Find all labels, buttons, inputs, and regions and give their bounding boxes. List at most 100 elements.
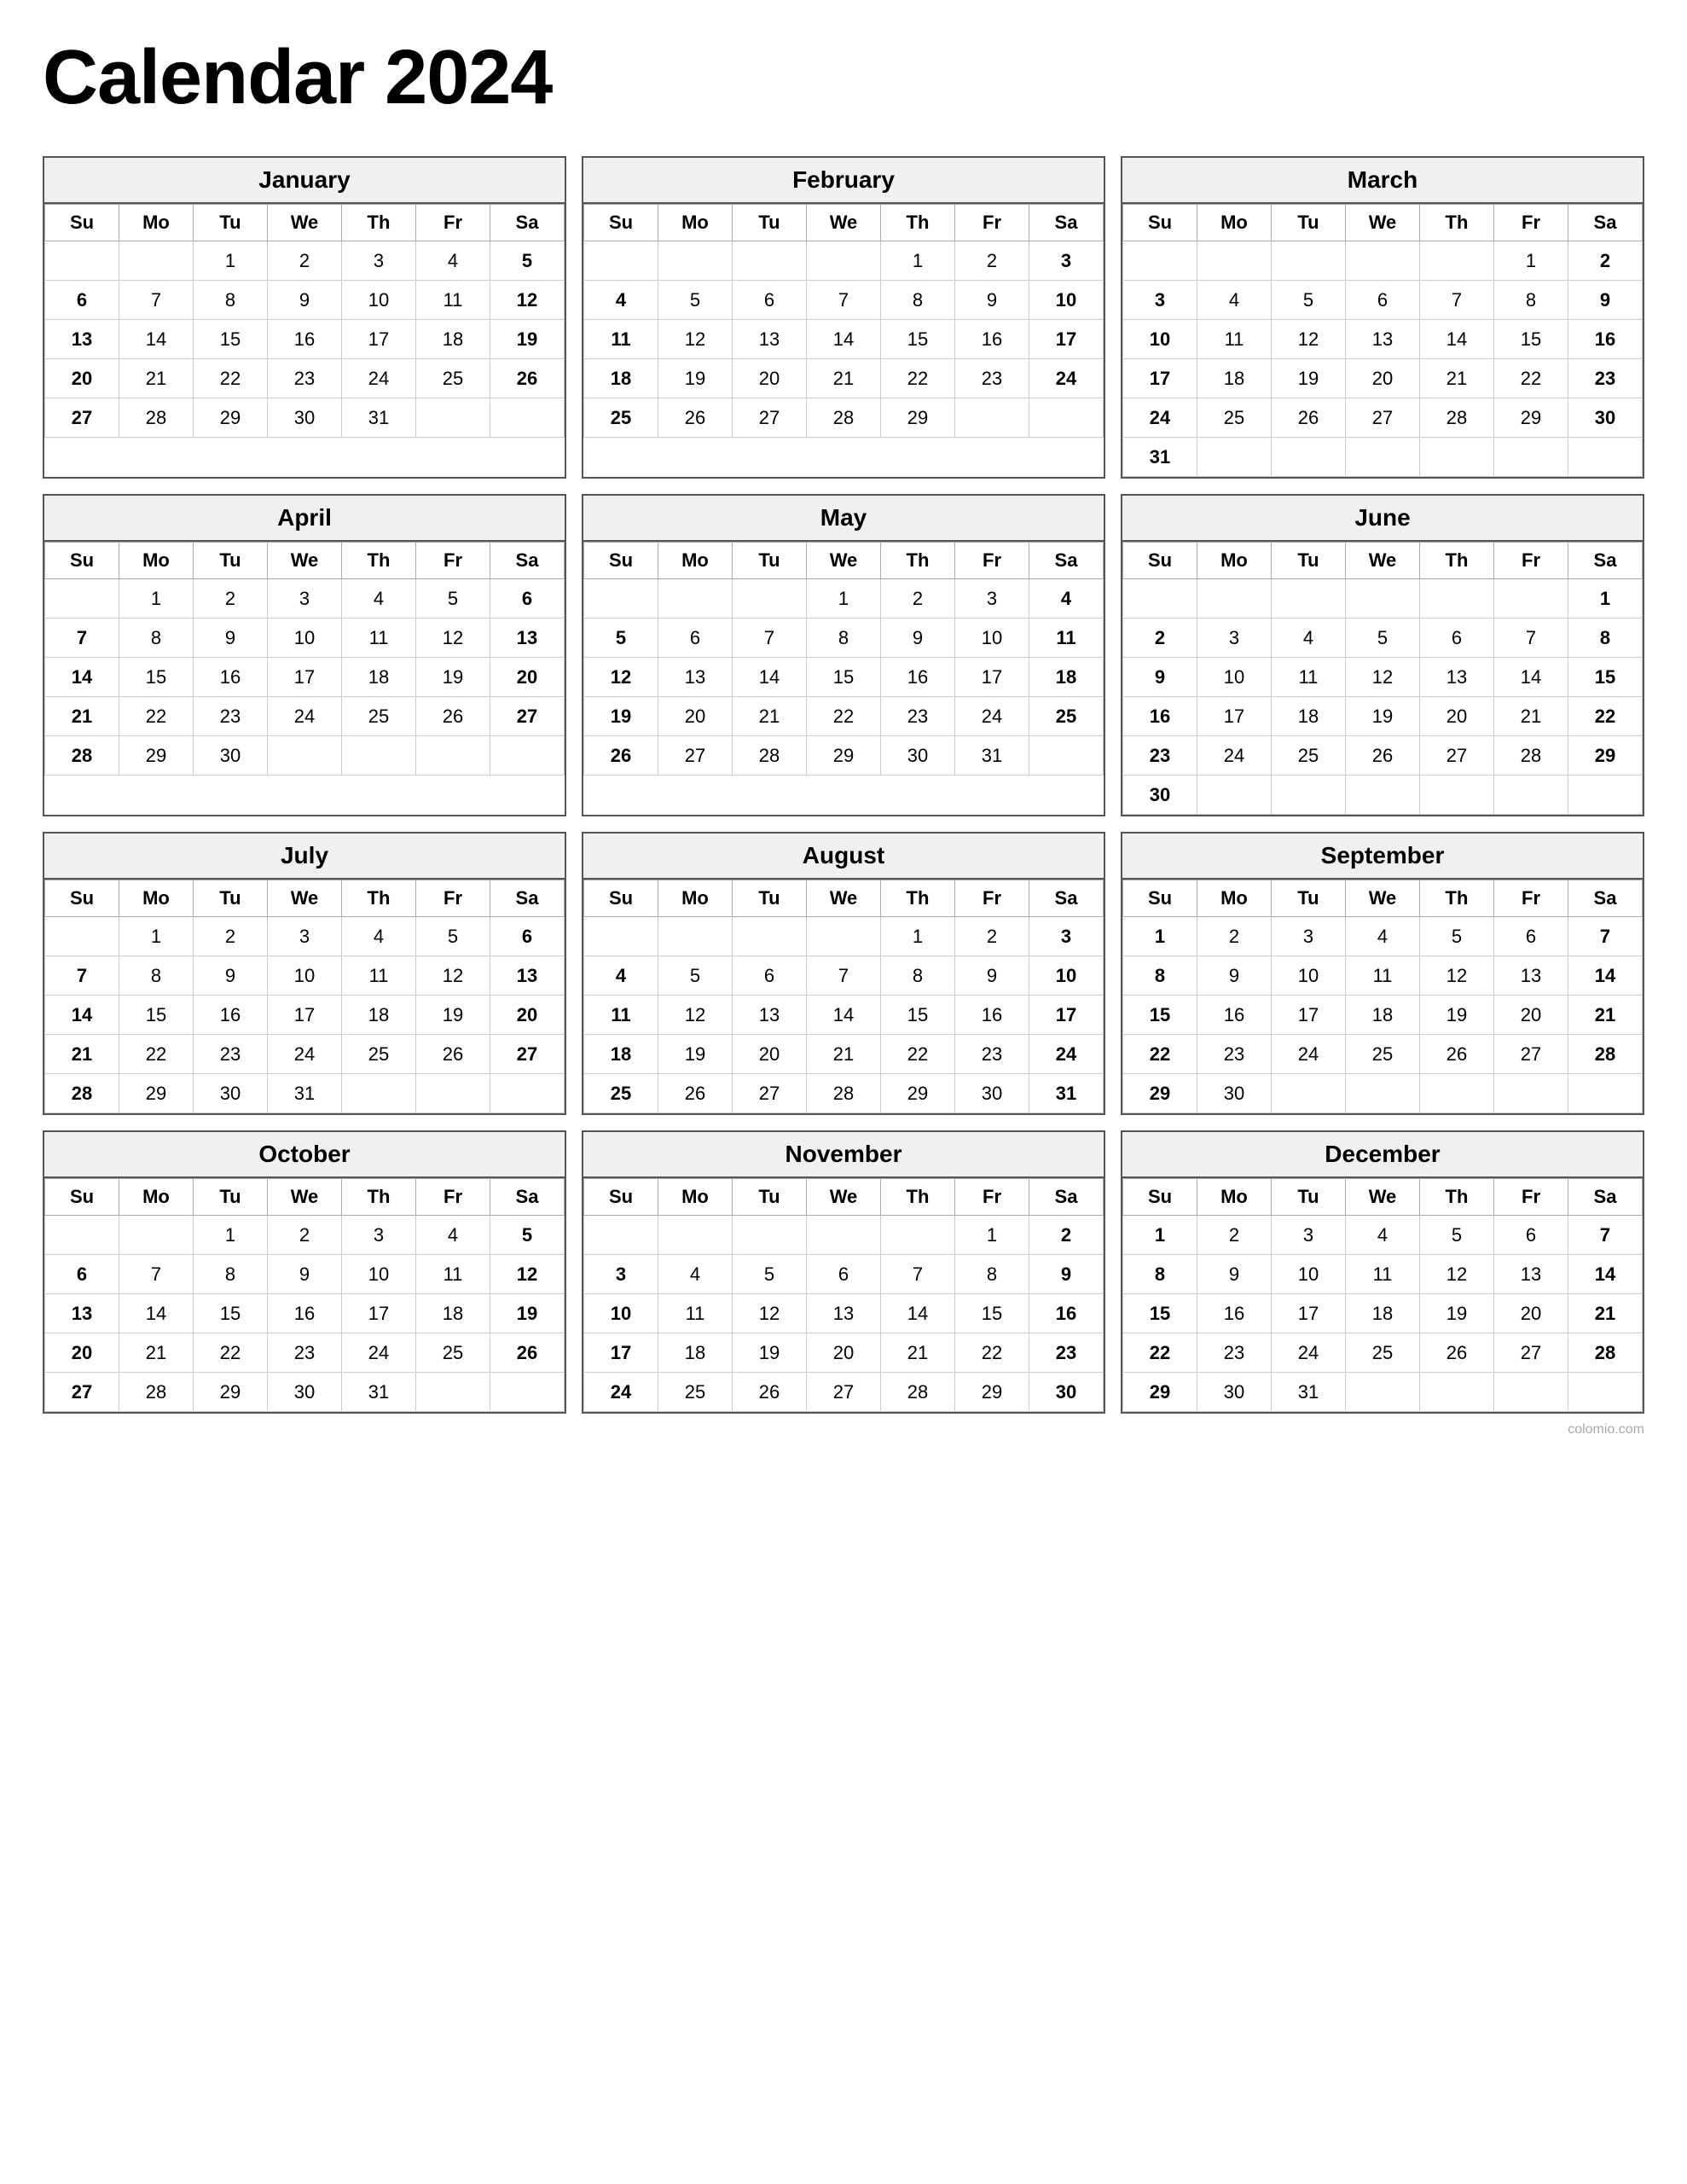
day-header-we: We bbox=[1346, 205, 1420, 241]
day-cell: 29 bbox=[807, 736, 881, 775]
day-cell: 1 bbox=[119, 579, 194, 619]
day-cell bbox=[490, 1074, 565, 1113]
month-title: April bbox=[44, 496, 565, 542]
calendar-grid: JanuarySuMoTuWeThFrSa1234567891011121314… bbox=[43, 156, 1644, 1414]
week-row: 31 bbox=[1123, 438, 1643, 477]
day-cell: 3 bbox=[342, 1216, 416, 1255]
day-cell: 18 bbox=[342, 996, 416, 1035]
week-row: 3456789 bbox=[584, 1255, 1104, 1294]
day-header-we: We bbox=[1346, 1179, 1420, 1216]
day-cell: 1 bbox=[119, 917, 194, 956]
day-cell bbox=[658, 917, 733, 956]
day-cell: 4 bbox=[1346, 1216, 1420, 1255]
month-title: March bbox=[1122, 158, 1643, 204]
day-cell: 7 bbox=[45, 956, 119, 996]
day-cell: 13 bbox=[733, 320, 807, 359]
week-row: 2526272829 bbox=[584, 398, 1104, 438]
day-cell: 15 bbox=[119, 996, 194, 1035]
day-cell: 2 bbox=[194, 917, 268, 956]
week-row: 15161718192021 bbox=[1123, 1294, 1643, 1333]
day-cell: 21 bbox=[45, 697, 119, 736]
day-header-tu: Tu bbox=[1272, 1179, 1346, 1216]
day-cell: 31 bbox=[268, 1074, 342, 1113]
month-title: November bbox=[583, 1132, 1104, 1178]
day-cell: 2 bbox=[1029, 1216, 1104, 1255]
day-cell: 5 bbox=[1346, 619, 1420, 658]
week-row: 123456 bbox=[45, 917, 565, 956]
day-cell: 8 bbox=[1568, 619, 1643, 658]
day-cell: 8 bbox=[955, 1255, 1029, 1294]
day-cell: 22 bbox=[955, 1333, 1029, 1373]
week-row: 12345 bbox=[45, 1216, 565, 1255]
day-cell: 26 bbox=[1346, 736, 1420, 775]
day-cell: 16 bbox=[1123, 697, 1197, 736]
day-header-fr: Fr bbox=[1494, 205, 1568, 241]
day-header-we: We bbox=[268, 543, 342, 579]
day-cell: 9 bbox=[268, 1255, 342, 1294]
day-header-tu: Tu bbox=[733, 543, 807, 579]
day-cell: 9 bbox=[194, 956, 268, 996]
day-cell: 24 bbox=[342, 359, 416, 398]
day-cell: 11 bbox=[658, 1294, 733, 1333]
day-cell: 18 bbox=[416, 1294, 490, 1333]
day-cell: 10 bbox=[1272, 1255, 1346, 1294]
week-row: 1234567 bbox=[1123, 1216, 1643, 1255]
day-cell: 19 bbox=[1420, 996, 1494, 1035]
day-cell: 6 bbox=[490, 579, 565, 619]
day-cell: 27 bbox=[807, 1373, 881, 1412]
day-header-mo: Mo bbox=[119, 880, 194, 917]
day-cell: 23 bbox=[1568, 359, 1643, 398]
day-cell: 6 bbox=[45, 1255, 119, 1294]
day-cell: 13 bbox=[45, 1294, 119, 1333]
day-cell bbox=[807, 241, 881, 281]
day-cell: 27 bbox=[733, 398, 807, 438]
day-cell: 29 bbox=[1494, 398, 1568, 438]
day-cell: 26 bbox=[490, 359, 565, 398]
week-row: 78910111213 bbox=[45, 619, 565, 658]
day-cell bbox=[45, 241, 119, 281]
day-cell: 2 bbox=[955, 241, 1029, 281]
day-cell: 10 bbox=[1272, 956, 1346, 996]
day-cell: 1 bbox=[194, 1216, 268, 1255]
day-cell: 9 bbox=[1197, 956, 1272, 996]
day-header-fr: Fr bbox=[955, 543, 1029, 579]
day-cell: 5 bbox=[658, 956, 733, 996]
day-cell: 15 bbox=[881, 320, 955, 359]
day-header-mo: Mo bbox=[1197, 543, 1272, 579]
day-cell: 28 bbox=[733, 736, 807, 775]
day-header-tu: Tu bbox=[733, 1179, 807, 1216]
day-cell: 4 bbox=[658, 1255, 733, 1294]
day-cell: 11 bbox=[342, 619, 416, 658]
day-cell: 18 bbox=[1272, 697, 1346, 736]
day-cell: 14 bbox=[45, 658, 119, 697]
day-cell: 2 bbox=[1123, 619, 1197, 658]
day-cell: 2 bbox=[1568, 241, 1643, 281]
day-cell: 31 bbox=[1272, 1373, 1346, 1412]
month-august: AugustSuMoTuWeThFrSa12345678910111213141… bbox=[582, 832, 1105, 1115]
week-row: 10111213141516 bbox=[1123, 320, 1643, 359]
day-cell: 14 bbox=[807, 996, 881, 1035]
day-header-mo: Mo bbox=[658, 543, 733, 579]
day-cell: 13 bbox=[490, 956, 565, 996]
day-cell: 23 bbox=[1197, 1035, 1272, 1074]
day-cell: 17 bbox=[1123, 359, 1197, 398]
day-cell: 15 bbox=[881, 996, 955, 1035]
day-cell: 4 bbox=[584, 281, 658, 320]
month-title: July bbox=[44, 834, 565, 880]
day-cell: 21 bbox=[1568, 996, 1643, 1035]
day-cell bbox=[1272, 241, 1346, 281]
day-cell: 27 bbox=[733, 1074, 807, 1113]
day-cell: 18 bbox=[1346, 996, 1420, 1035]
day-cell: 31 bbox=[955, 736, 1029, 775]
day-header-we: We bbox=[1346, 880, 1420, 917]
week-row: 123 bbox=[584, 241, 1104, 281]
day-cell: 27 bbox=[45, 1373, 119, 1412]
day-cell: 3 bbox=[1272, 1216, 1346, 1255]
day-cell: 27 bbox=[490, 1035, 565, 1074]
day-cell: 11 bbox=[416, 1255, 490, 1294]
day-cell: 17 bbox=[1272, 1294, 1346, 1333]
day-cell: 9 bbox=[1197, 1255, 1272, 1294]
day-cell: 10 bbox=[342, 281, 416, 320]
day-cell: 16 bbox=[268, 320, 342, 359]
day-cell: 13 bbox=[658, 658, 733, 697]
